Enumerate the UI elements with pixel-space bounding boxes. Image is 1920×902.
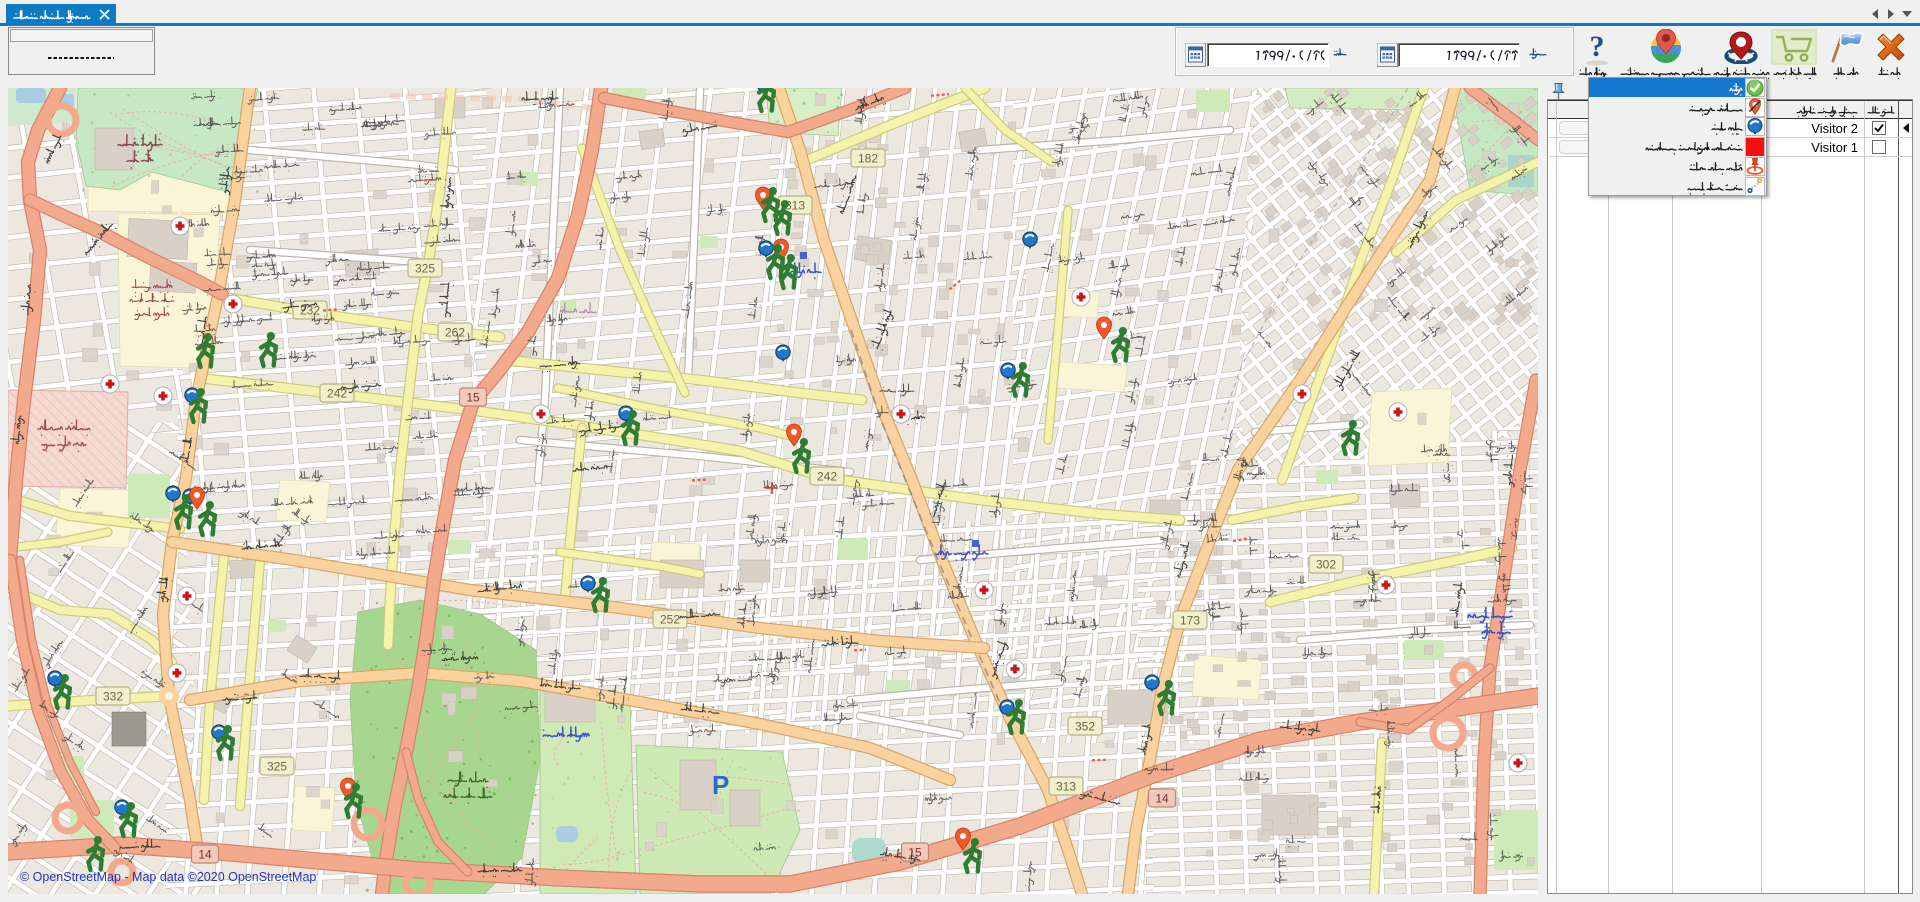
svg-text:15: 15 <box>466 391 480 405</box>
svg-text:302: 302 <box>1316 558 1336 572</box>
svg-text:14: 14 <box>198 848 212 862</box>
svg-text:© OpenStreetMap - Map data ©20: © OpenStreetMap - Map data ©2020 OpenStr… <box>20 870 316 884</box>
svg-text:173: 173 <box>1180 614 1200 628</box>
svg-text:313: 313 <box>1056 780 1076 794</box>
svg-text:325: 325 <box>267 760 287 774</box>
svg-text:352: 352 <box>1075 720 1095 734</box>
svg-text:P: P <box>712 770 729 800</box>
svg-text:?: ? <box>1590 30 1605 63</box>
svg-text:182: 182 <box>858 152 878 166</box>
svg-text:262: 262 <box>445 326 465 340</box>
svg-text:332: 332 <box>103 690 123 704</box>
svg-text:242: 242 <box>817 470 837 484</box>
svg-text:252: 252 <box>660 613 680 627</box>
svg-text:325: 325 <box>415 262 435 276</box>
svg-text:14: 14 <box>1155 792 1169 806</box>
